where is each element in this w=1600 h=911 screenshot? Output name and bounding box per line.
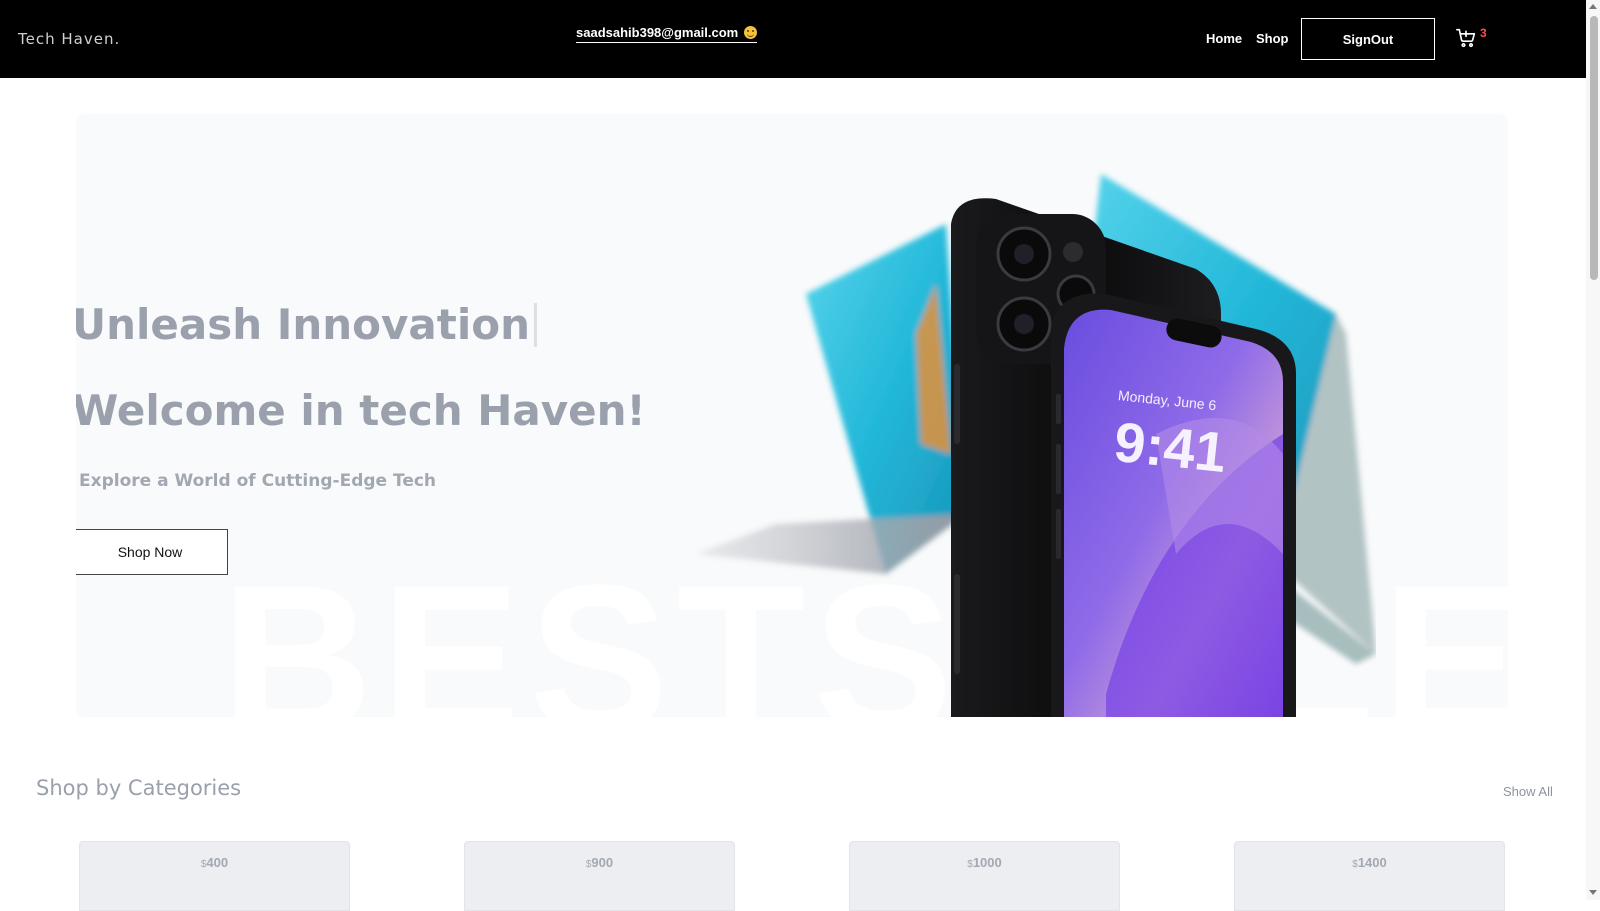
hero-title-text: Unleash Innovation [76, 300, 530, 349]
category-card[interactable]: $1400 [1234, 841, 1505, 911]
scroll-down-arrow-icon[interactable] [1589, 890, 1597, 895]
shop-now-button[interactable]: Shop Now [76, 529, 228, 575]
category-card[interactable]: $400 [79, 841, 350, 911]
cart-icon [1456, 28, 1476, 48]
smile-icon [744, 26, 758, 39]
user-email: saadsahib398@gmail.com [576, 25, 739, 40]
hero-tagline: Explore a World of Cutting-Edge Tech [79, 471, 437, 491]
scroll-thumb[interactable] [1590, 16, 1598, 280]
category-card[interactable]: $1000 [849, 841, 1120, 911]
hero-banner: BESTSELLER [76, 114, 1508, 717]
hero-subtitle: Welcome in tech Haven! [76, 386, 646, 435]
phone-time: 9:41 [1111, 410, 1229, 484]
signout-button[interactable]: SignOut [1301, 18, 1435, 60]
category-card[interactable]: $900 [464, 841, 735, 911]
categories-heading: Shop by Categories [36, 776, 242, 800]
category-price-value: 400 [206, 855, 229, 870]
nav-shop-link[interactable]: Shop [1256, 31, 1289, 46]
user-email-link[interactable]: saadsahib398@gmail.com [576, 25, 758, 43]
typing-cursor [533, 302, 537, 347]
page-scrollbar[interactable] [1586, 0, 1600, 900]
scroll-up-arrow-icon[interactable] [1589, 4, 1597, 9]
category-price-value: 1400 [1357, 855, 1387, 870]
cart-count-badge: 3 [1480, 26, 1487, 40]
category-price-value: 1000 [972, 855, 1002, 870]
nav-home-link[interactable]: Home [1206, 31, 1242, 46]
category-price-value: 900 [591, 855, 614, 870]
cart-button[interactable]: 3 [1456, 26, 1487, 48]
category-price: $400 [201, 855, 228, 910]
show-all-link[interactable]: Show All [1503, 784, 1553, 799]
brand-logo[interactable]: Tech Haven. [18, 30, 120, 48]
category-price: $1400 [1352, 855, 1386, 910]
category-price: $1000 [967, 855, 1001, 910]
hero-product-image: Monday, June 6 9:41 [696, 174, 1376, 717]
hero-title: Unleash Innovation [76, 300, 537, 349]
navbar: Tech Haven. saadsahib398@gmail.com Home … [0, 0, 1586, 78]
category-price: $900 [586, 855, 613, 910]
